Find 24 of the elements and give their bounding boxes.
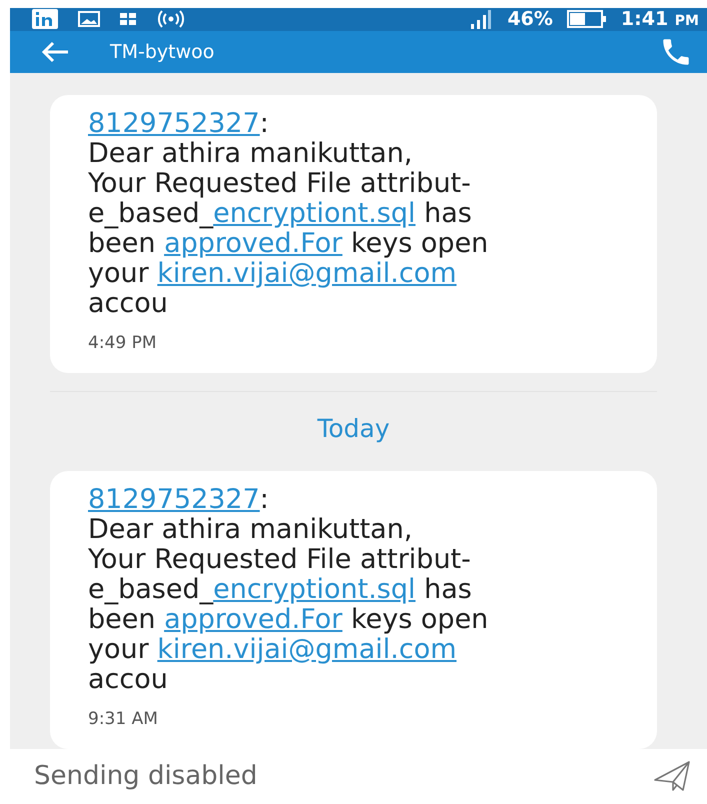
- phone-link[interactable]: 8129752327: [88, 484, 260, 515]
- link[interactable]: encryptiont.sql: [213, 198, 416, 229]
- clock: 1:41 PM: [620, 8, 699, 30]
- message-text: 8129752327: Dear athira manikuttan, Your Requested File attribut- e_based_encryptiont.sql has been approved.For keys open your kiren.vijai@gmail.com accou: [88, 108, 488, 319]
- phone-link[interactable]: 8129752327: [88, 108, 260, 139]
- battery-icon: [566, 10, 607, 28]
- hotspot-icon: [156, 10, 186, 28]
- message-text: 8129752327: Dear athira manikuttan, Your Requested File attribut- e_based_encryptiont.sql has been approved.For keys open your kiren.vijai@gmail.com accou: [88, 484, 488, 695]
- conversation-title: TM-bytwoo: [110, 40, 216, 63]
- image-icon: [78, 11, 100, 28]
- app-logo-icon: [32, 9, 58, 30]
- signal-icon: [469, 8, 494, 30]
- link[interactable]: kiren.vijai@gmail.com: [157, 634, 457, 665]
- send-button[interactable]: [653, 760, 691, 792]
- message-time: 4:49 PM: [88, 332, 156, 353]
- battery-percent: 46%: [507, 8, 553, 30]
- link[interactable]: approved.For: [164, 228, 342, 259]
- back-button[interactable]: [40, 40, 70, 64]
- link[interactable]: kiren.vijai@gmail.com: [157, 258, 457, 289]
- message-time: 9:31 AM: [88, 708, 158, 729]
- link[interactable]: approved.For: [164, 604, 342, 635]
- link[interactable]: encryptiont.sql: [213, 574, 416, 605]
- date-divider: Today: [317, 414, 390, 443]
- grid-icon: [120, 13, 136, 26]
